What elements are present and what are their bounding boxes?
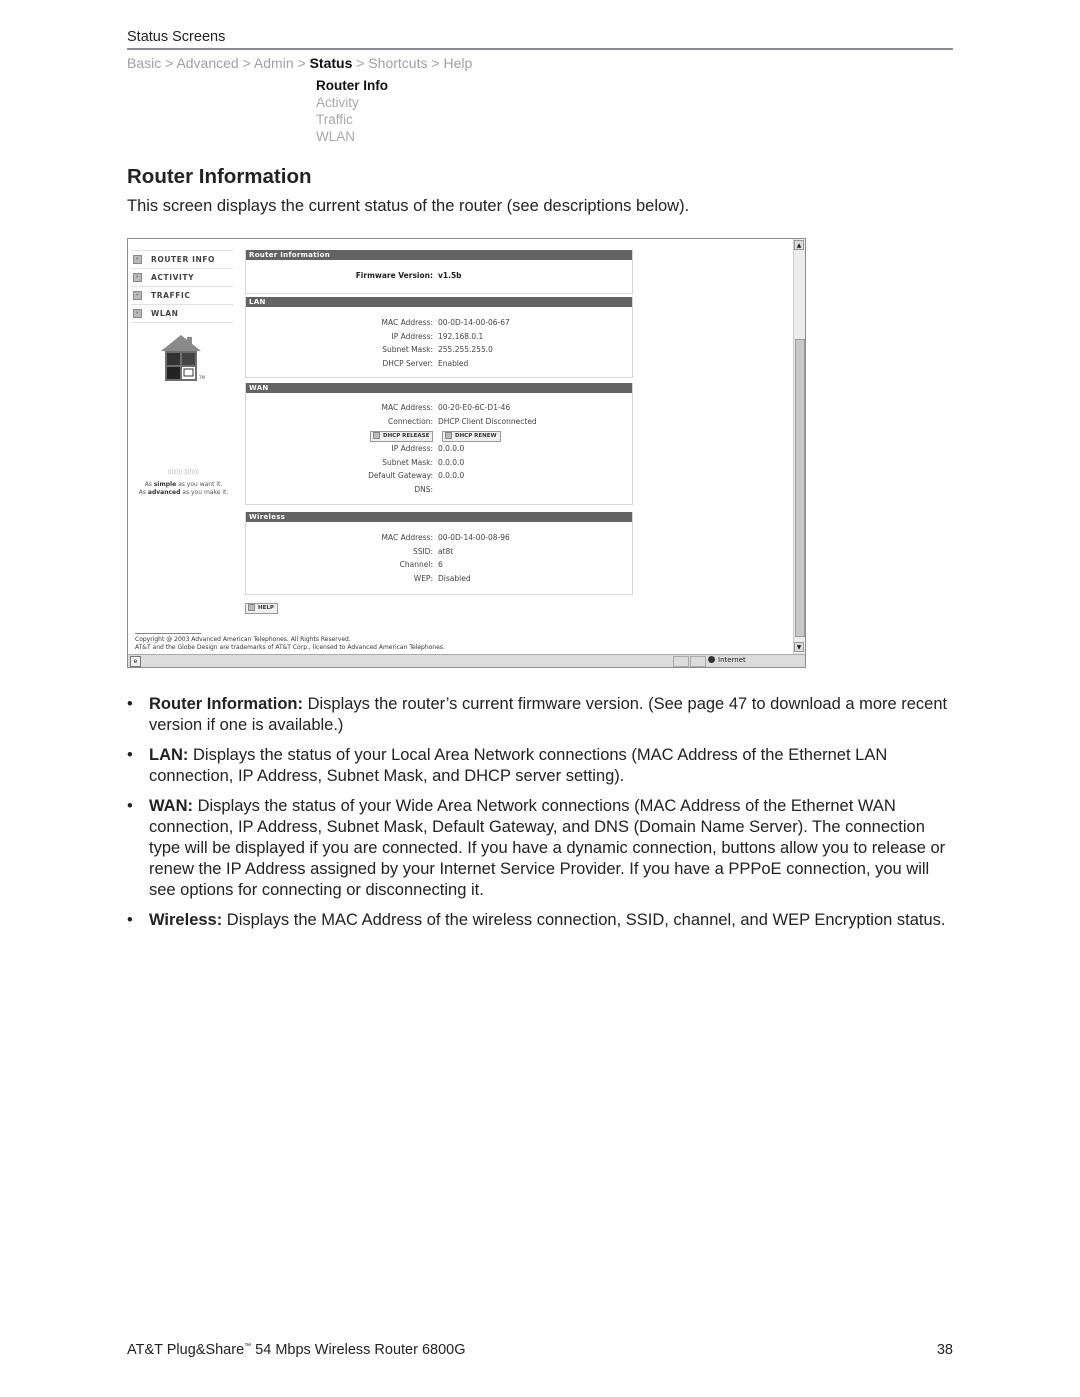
- wireless-row: WEP: Disabled: [413, 573, 471, 583]
- footer-product: AT&T Plug&Share™ 54 Mbps Wireless Router…: [127, 1342, 466, 1358]
- nav-item-router-info[interactable]: › ROUTER INFO: [131, 250, 233, 269]
- wireless-panel: Wireless MAC Address: 00-0D-14-00-08-96 S…: [245, 512, 633, 595]
- wan-row: DNS:: [414, 484, 433, 494]
- submenu-wlan[interactable]: WLAN: [316, 128, 388, 145]
- arrow-icon: [373, 432, 380, 439]
- security-zone: Internet: [708, 656, 746, 664]
- nav-label: ROUTER INFO: [151, 255, 216, 264]
- panel-header: Wireless: [246, 512, 632, 522]
- browser-status-bar: e Internet: [128, 654, 805, 667]
- scroll-thumb[interactable]: [795, 339, 805, 637]
- router-info-panel: Router Information Firmware Version: v1.…: [245, 250, 633, 294]
- lan-panel: LAN MAC Address: 00-0D-14-00-06-67 IP Add…: [245, 297, 633, 378]
- scroll-up-arrow-icon[interactable]: ▲: [794, 240, 804, 250]
- breadcrumb-help[interactable]: Help: [443, 55, 472, 71]
- bullet-icon: •: [127, 797, 133, 815]
- page-title: Router Information: [127, 165, 312, 188]
- description-list: • Router Information: Displays the router…: [127, 694, 957, 940]
- dhcp-release-button[interactable]: DHCP RELEASE: [370, 431, 434, 442]
- plugshare-logo: TM ((((((((·)))))))) As simple as you wa…: [131, 329, 231, 496]
- status-segment: [690, 656, 706, 667]
- panel-header: LAN: [246, 297, 632, 307]
- status-segment: [673, 656, 689, 667]
- lan-row: Subnet Mask: 255.255.255.0: [382, 345, 493, 354]
- submenu-traffic[interactable]: Traffic: [316, 111, 388, 128]
- router-status-screenshot: › ROUTER INFO › ACTIVITY › TRAFFIC › WLAN TM…: [127, 238, 806, 668]
- intro-text: This screen displays the current status …: [127, 197, 690, 215]
- wan-row: Connection: DHCP Client Disconnected: [388, 416, 537, 426]
- breadcrumb-basic[interactable]: Basic: [127, 55, 161, 71]
- nav-label: ACTIVITY: [151, 273, 195, 282]
- nav-item-wlan[interactable]: › WLAN: [131, 305, 233, 323]
- lan-row: DHCP Server: Enabled: [382, 358, 469, 368]
- arrow-icon: ›: [133, 255, 142, 264]
- lan-row: MAC Address: 00-0D-14-00-06-67: [381, 318, 510, 327]
- trademark-mark: TM: [199, 375, 205, 380]
- list-item: • Wireless: Displays the MAC Address of t…: [127, 911, 946, 929]
- breadcrumb-separator: >: [242, 55, 251, 71]
- breadcrumb: Basic > Advanced > Admin > Status > Shor…: [127, 55, 472, 71]
- vertical-scrollbar[interactable]: ▲ ▼: [793, 239, 805, 654]
- breadcrumb-status[interactable]: Status: [310, 55, 353, 71]
- arrow-icon: ›: [133, 309, 142, 318]
- breadcrumb-separator: >: [356, 55, 365, 71]
- submenu-activity[interactable]: Activity: [316, 94, 388, 111]
- wan-row: MAC Address: 00-20-E0-6C-D1-46: [381, 403, 511, 412]
- arrow-icon: ›: [133, 291, 142, 300]
- nav-item-traffic[interactable]: › TRAFFIC: [131, 287, 233, 305]
- breadcrumb-admin[interactable]: Admin: [254, 55, 294, 71]
- bullet-icon: •: [127, 911, 133, 929]
- page-icon: e: [130, 656, 141, 667]
- list-item: • LAN: Displays the status of your Local …: [127, 746, 888, 785]
- submenu-router-info[interactable]: Router Info: [316, 77, 388, 94]
- arrow-icon: [248, 604, 255, 611]
- section-rule: [127, 48, 953, 50]
- wan-row: IP Address: 0.0.0.0: [391, 444, 465, 453]
- copyright: Copyright @ 2003 Advanced American Telep…: [135, 636, 445, 651]
- tagline: As simple as you want it. As advanced as…: [138, 481, 229, 496]
- dhcp-renew-button[interactable]: DHCP RENEW: [442, 431, 501, 442]
- lan-row: IP Address: 192.168.0.1: [391, 331, 484, 341]
- breadcrumb-separator: >: [431, 55, 440, 71]
- house-icon: [161, 335, 201, 381]
- firmware-row: Firmware Version: v1.5b: [246, 271, 632, 285]
- dhcp-buttons: DHCP RELEASE DHCP RENEW: [246, 430, 632, 444]
- bullet-icon: •: [127, 746, 133, 764]
- firmware-value: v1.5b: [438, 271, 462, 280]
- nav-item-activity[interactable]: › ACTIVITY: [131, 269, 233, 287]
- globe-icon: [708, 656, 715, 663]
- bullet-icon: •: [127, 695, 133, 713]
- breadcrumb-advanced[interactable]: Advanced: [176, 55, 238, 71]
- breadcrumb-separator: >: [297, 55, 306, 71]
- firmware-label: Firmware Version:: [355, 271, 433, 280]
- panel-header: WAN: [246, 383, 632, 393]
- help-button[interactable]: HELP: [245, 603, 278, 614]
- arrow-icon: ›: [133, 273, 142, 282]
- router-nav: › ROUTER INFO › ACTIVITY › TRAFFIC › WLAN: [131, 250, 233, 323]
- wireless-row: MAC Address: 00-0D-14-00-08-96: [381, 533, 510, 542]
- section-title: Status Screens: [127, 29, 226, 45]
- panel-header: Router Information: [246, 250, 632, 260]
- breadcrumb-separator: >: [165, 55, 174, 71]
- status-submenu: Router Info Activity Traffic WLAN: [316, 77, 388, 145]
- copyright-rule: [135, 633, 201, 634]
- wireless-row: Channel: 6: [399, 560, 443, 569]
- nav-label: TRAFFIC: [151, 291, 191, 300]
- wan-row: Subnet Mask: 0.0.0.0: [382, 457, 465, 467]
- list-item: • Router Information: Displays the router…: [127, 695, 948, 734]
- breadcrumb-shortcuts[interactable]: Shortcuts: [368, 55, 427, 71]
- nav-label: WLAN: [151, 309, 179, 318]
- wireless-row: SSID: at8t: [412, 546, 454, 556]
- scroll-down-arrow-icon[interactable]: ▼: [794, 642, 804, 652]
- wan-panel: WAN MAC Address: 00-20-E0-6C-D1-46 Connec…: [245, 383, 633, 505]
- wan-row: Default Gateway: 0.0.0.0: [368, 471, 465, 480]
- page-number: 38: [936, 1342, 953, 1358]
- signal-waves-icon: ((((((((·)))))))): [167, 469, 199, 476]
- arrow-icon: [445, 432, 452, 439]
- list-item: • WAN: Displays the status of your Wide A…: [127, 797, 946, 899]
